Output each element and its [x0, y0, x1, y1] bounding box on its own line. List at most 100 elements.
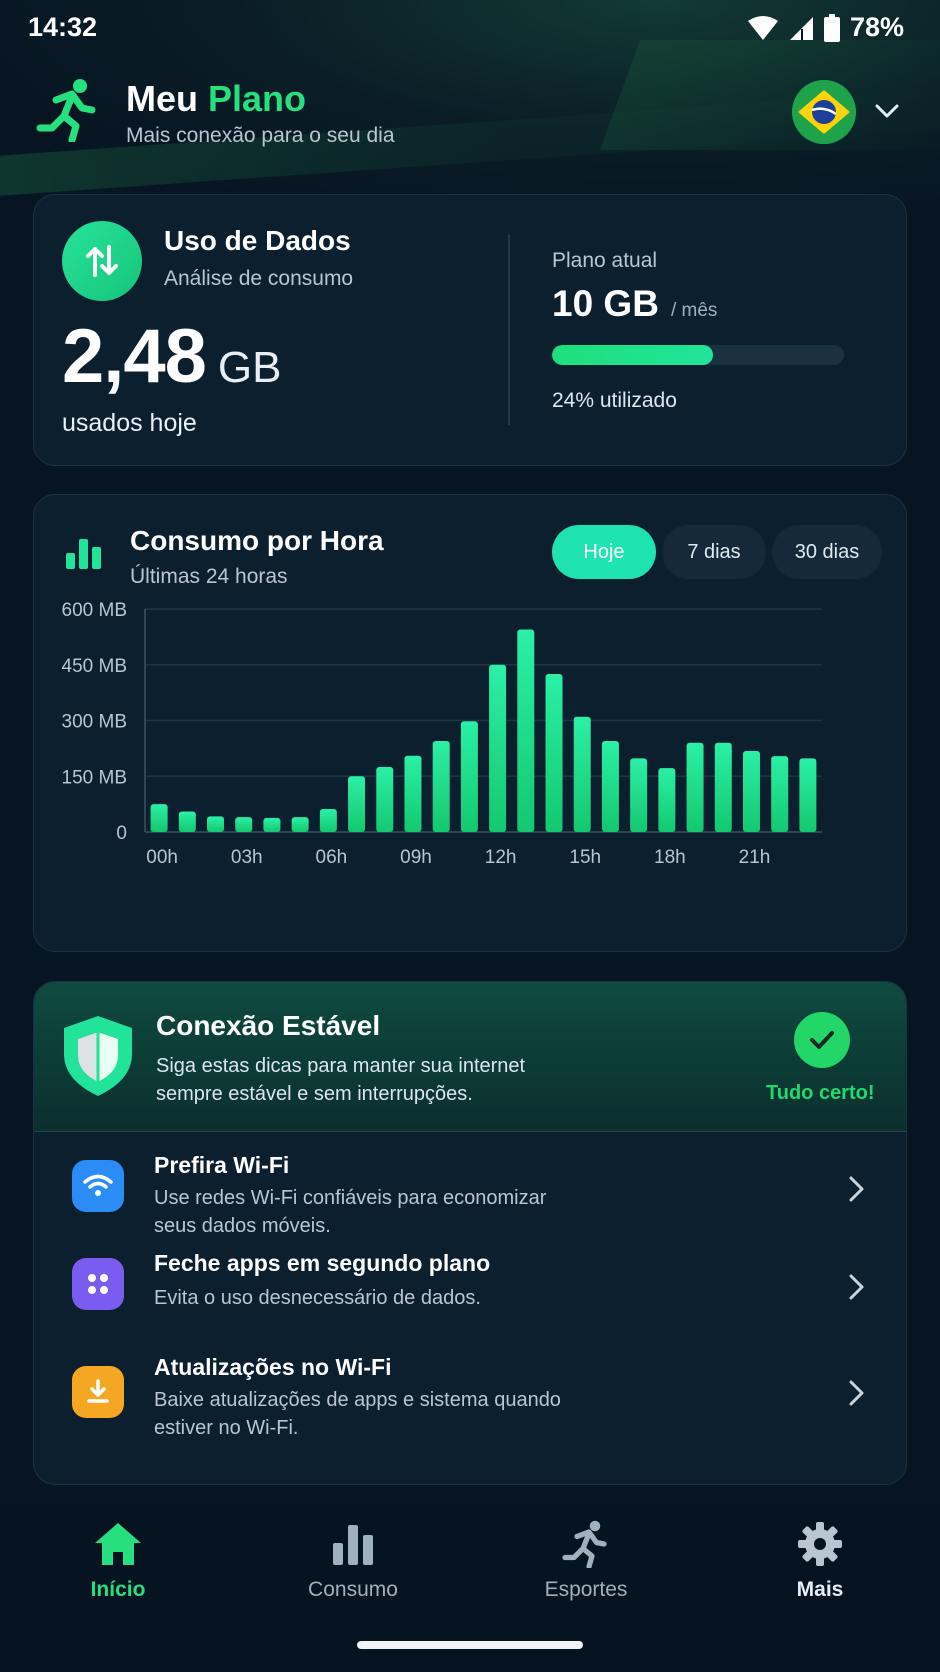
nav-sports[interactable]: Esportes: [506, 1518, 666, 1602]
y-tick-label: 150 MB: [62, 767, 127, 788]
chevron-down-icon[interactable]: [872, 96, 902, 126]
x-tick-label: 09h: [400, 847, 432, 868]
tip-title: Prefira Wi-Fi: [154, 1152, 290, 1178]
chart-bar-05h: [291, 817, 309, 832]
chart-bar-10h: [432, 740, 450, 832]
chart-bar-07h: [348, 776, 366, 832]
tip-updates-on-wifi[interactable]: Atualizações no Wi-Fi Baixe atualizações…: [34, 1350, 906, 1450]
chart-bar-20h: [714, 742, 732, 832]
x-tick-label: 12h: [485, 847, 517, 868]
plan-progress-fill: [552, 345, 714, 365]
chart-bar-00h: [150, 804, 168, 832]
status-icons: 78%: [747, 12, 904, 43]
plan-value: 10 GB: [552, 283, 659, 324]
nav-label: Consumo: [308, 1578, 398, 1601]
chart-bar-11h: [460, 721, 478, 832]
bar-chart-icon: [273, 1518, 433, 1570]
chart-bar-21h: [742, 750, 760, 832]
wifi-status-icon: [747, 15, 778, 40]
shield-icon: [64, 1016, 132, 1096]
chart-bar-01h: [178, 811, 196, 832]
chart-bar-09h: [404, 755, 422, 832]
tip-prefer-wifi[interactable]: Prefira Wi-Fi Use redes Wi-Fi confiáveis…: [34, 1138, 906, 1238]
nav-home[interactable]: Início: [38, 1518, 198, 1602]
tips-title: Conexão Estável: [156, 1010, 381, 1041]
battery-icon: [823, 13, 840, 42]
x-tick-label: 15h: [569, 847, 601, 868]
title-block: Meu Plano Mais conexão para o seu dia: [126, 78, 395, 148]
chart-bar-19h: [686, 742, 704, 832]
chart-bar-04h: [263, 817, 281, 832]
tip-close-background-apps[interactable]: Feche apps em segundo plano Evita o uso …: [34, 1250, 906, 1350]
status-badge: Tudo certo!: [766, 1082, 875, 1104]
chart-bar-03h: [235, 817, 253, 832]
check-icon: [794, 1012, 850, 1068]
status-bar: 14:32 78%: [0, 0, 940, 52]
nav-label: Início: [90, 1578, 146, 1601]
nav-consumption[interactable]: Consumo: [273, 1518, 433, 1602]
chevron-right-icon: [849, 1380, 864, 1406]
tip-title: Atualizações no Wi-Fi: [154, 1354, 392, 1380]
signal-icon: [789, 16, 813, 40]
tip-description: Evita o uso desnecessário de dados.: [154, 1287, 481, 1309]
divider: [508, 235, 510, 425]
tip-title: Feche apps em segundo plano: [154, 1250, 491, 1276]
runner-icon: [506, 1518, 666, 1570]
app-header: Meu Plano Mais conexão para o seu dia: [36, 74, 904, 154]
tip-description: Baixe atualizações de apps e sistema qua…: [154, 1389, 561, 1439]
y-tick-label: 450 MB: [62, 656, 127, 677]
y-tick-label: 600 MB: [62, 600, 127, 621]
plan-progress-bar: [552, 345, 844, 365]
chart-bar-06h: [319, 808, 337, 832]
hourly-bar-chart: 600 MB 450 MB 300 MB 150 MB 0 00h 03h 06h 09h 12h…: [62, 600, 822, 868]
x-tick-label: 03h: [231, 847, 263, 868]
gear-icon: [740, 1518, 900, 1570]
wifi-icon: [72, 1160, 124, 1212]
plan-label: Plano atual: [552, 249, 658, 272]
runner-logo-icon: [36, 79, 96, 142]
tip-description: Use redes Wi-Fi confiáveis para economiz…: [154, 1187, 547, 1237]
page-title: Meu Plano: [126, 78, 307, 119]
nav-more[interactable]: Mais: [740, 1518, 900, 1602]
data-usage-card: Uso de Dados Análise de consumo 2,48 GB …: [33, 194, 907, 466]
page-subtitle: Mais conexão para o seu dia: [126, 124, 395, 147]
chart-bar-18h: [658, 768, 676, 832]
hourly-usage-card: Consumo por Hora Últimas 24 horas Hoje 7…: [33, 494, 907, 952]
home-indicator: [357, 1641, 583, 1649]
chevron-right-icon: [849, 1176, 864, 1202]
chart-bar-22h: [771, 756, 789, 832]
stable-connection-card: Conexão Estável Siga estas dicas para ma…: [33, 981, 907, 1485]
chart-bar-23h: [799, 758, 817, 832]
plan-amount: 10 GB / mês: [552, 283, 717, 325]
chart-bar-13h: [517, 629, 535, 832]
x-tick-label: 21h: [739, 847, 771, 868]
chevron-right-icon: [849, 1274, 864, 1300]
x-tick-label: 18h: [654, 847, 686, 868]
usage-unit: GB: [217, 343, 282, 392]
x-tick-label: 06h: [316, 847, 348, 868]
usage-caption: usados hoje: [62, 409, 197, 437]
tips-header: Conexão Estável Siga estas dicas para ma…: [34, 982, 906, 1132]
chart-bar-02h: [207, 816, 225, 832]
home-icon: [38, 1518, 198, 1570]
usage-title: Uso de Dados: [164, 225, 351, 256]
chart-bar-14h: [545, 674, 563, 832]
chart-bar-17h: [630, 758, 648, 832]
chart-bar-12h: [489, 664, 507, 832]
usage-amount: 2,48 GB: [62, 313, 282, 400]
brazil-flag-icon[interactable]: [792, 80, 856, 144]
tips-description: Siga estas dicas para manter sua interne…: [156, 1055, 526, 1105]
plan-used-text: 24% utilizado: [552, 389, 677, 412]
chart-bar-15h: [573, 716, 591, 832]
nav-label: Mais: [796, 1578, 844, 1601]
download-icon: [72, 1366, 124, 1418]
usage-subtitle: Análise de consumo: [164, 267, 354, 290]
chart-bar-16h: [601, 740, 619, 832]
data-transfer-icon: [62, 221, 142, 301]
chart-bar-08h: [376, 766, 394, 832]
y-tick-label: 300 MB: [62, 712, 127, 733]
nav-label: Esportes: [544, 1578, 628, 1601]
apps-icon: [72, 1258, 124, 1310]
x-tick-label: 00h: [146, 847, 178, 868]
y-tick-label: 0: [116, 823, 127, 844]
